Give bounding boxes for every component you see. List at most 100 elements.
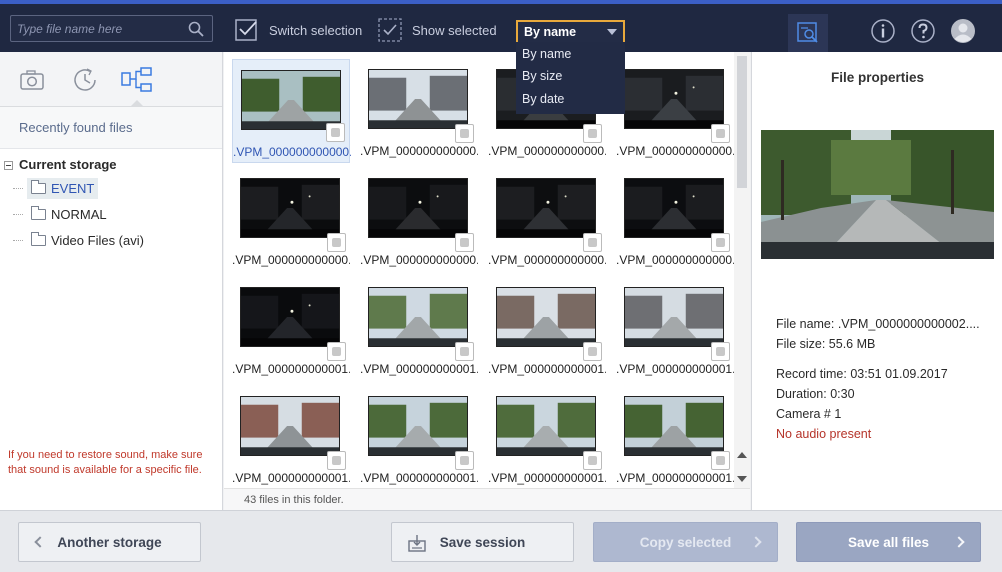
info-icon[interactable] <box>870 18 896 44</box>
another-storage-label: Another storage <box>57 534 162 550</box>
tree-item-normal-label-wrap: NORMAL <box>27 204 111 225</box>
show-selected-icon <box>378 18 402 42</box>
tree-item-video-files[interactable]: Video Files (avi) <box>0 227 222 253</box>
file-name-label: .VPM_000000000001... <box>488 471 606 485</box>
video-thumbnail-image <box>496 287 596 347</box>
file-name-label: .VPM_000000000000... <box>488 253 606 267</box>
file-tile[interactable]: .VPM_000000000001... <box>616 277 734 381</box>
file-checkbox[interactable] <box>455 451 474 470</box>
video-thumbnail-image <box>368 287 468 347</box>
file-tile[interactable]: .VPM_000000000000... <box>616 168 734 272</box>
file-tile[interactable]: .VPM_000000000001... <box>360 277 478 381</box>
help-icon[interactable] <box>910 18 936 44</box>
save-all-files-button[interactable]: Save all files <box>796 522 981 562</box>
file-name-label: .VPM_000000000000... <box>233 145 351 159</box>
file-checkbox[interactable] <box>327 342 346 361</box>
search-box <box>10 15 213 42</box>
checkbox-icon <box>235 19 257 41</box>
file-checkbox[interactable] <box>711 233 730 252</box>
file-checkbox[interactable] <box>583 124 602 143</box>
file-checkbox[interactable] <box>327 233 346 252</box>
video-thumbnail-image <box>368 178 468 238</box>
file-tile[interactable]: .VPM_000000000001... <box>232 277 350 381</box>
file-thumbnail-grid: .VPM_000000000000... .VPM_000000000000...… <box>224 52 750 488</box>
camera-icon[interactable] <box>18 66 46 94</box>
file-tile[interactable]: .VPM_000000000000... <box>360 168 478 272</box>
file-checkbox[interactable] <box>455 124 474 143</box>
file-tile[interactable]: .VPM_000000000001... <box>488 386 606 488</box>
search-icon[interactable] <box>188 21 204 37</box>
file-name-label: .VPM_000000000001... <box>232 362 350 376</box>
file-checkbox[interactable] <box>327 451 346 470</box>
grid-scrollbar[interactable] <box>734 52 750 488</box>
file-checkbox[interactable] <box>583 451 602 470</box>
video-thumbnail-image <box>496 396 596 456</box>
chevron-right-icon <box>750 536 762 548</box>
file-checkbox[interactable] <box>455 233 474 252</box>
user-avatar-icon[interactable] <box>950 18 976 44</box>
copy-selected-label: Copy selected <box>639 534 732 550</box>
switch-selection-button[interactable]: Switch selection <box>234 16 362 44</box>
file-checkbox[interactable] <box>326 123 345 142</box>
file-checkbox[interactable] <box>711 124 730 143</box>
tree-item-label: Video Files (avi) <box>51 232 144 248</box>
file-checkbox[interactable] <box>711 451 730 470</box>
recently-found-files[interactable]: Recently found files <box>0 107 222 149</box>
file-tile[interactable]: .VPM_000000000001... <box>360 386 478 488</box>
sort-select-value: By name <box>524 25 577 39</box>
tree-item-label: EVENT <box>51 180 95 196</box>
file-name-label: .VPM_000000000000... <box>232 253 350 267</box>
search-input[interactable] <box>17 20 182 38</box>
tree-root-current-storage[interactable]: Current storage <box>0 155 222 175</box>
tree-item-normal[interactable]: NORMAL <box>0 201 222 227</box>
video-thumbnail-image <box>368 396 468 456</box>
tree-root-label: Current storage <box>19 157 117 172</box>
save-session-button[interactable]: Save session <box>391 522 574 562</box>
file-tile[interactable]: .VPM_000000000000... <box>232 59 351 163</box>
prop-record-time: Record time: 03:51 01.09.2017 <box>776 367 948 381</box>
scrollbar-thumb[interactable] <box>737 56 747 188</box>
tree-item-label: NORMAL <box>51 206 107 222</box>
sort-select[interactable]: By name <box>516 20 625 44</box>
video-thumbnail-image <box>240 178 340 238</box>
file-tile[interactable]: .VPM_000000000001... <box>616 386 734 488</box>
sort-option-size[interactable]: By size <box>516 65 625 88</box>
storage-tree: Current storage EVENT NORMAL Video Files… <box>0 149 222 253</box>
video-thumbnail-image <box>624 287 724 347</box>
save-session-label: Save session <box>439 534 526 550</box>
view-mode-button[interactable] <box>788 14 828 52</box>
file-name-label: .VPM_000000000001... <box>232 471 350 485</box>
file-name-label: .VPM_000000000001... <box>360 471 478 485</box>
file-tile[interactable]: .VPM_000000000000... <box>232 168 350 272</box>
collapse-icon[interactable] <box>4 160 13 170</box>
sort-option-date[interactable]: By date <box>516 88 625 111</box>
file-checkbox[interactable] <box>711 342 730 361</box>
copy-selected-button[interactable]: Copy selected <box>593 522 778 562</box>
prop-duration: Duration: 0:30 <box>776 387 855 401</box>
sound-restore-note: If you need to restore sound, make sure … <box>8 449 203 476</box>
prop-audio-status: No audio present <box>776 427 872 441</box>
chevron-down-icon <box>607 29 617 35</box>
file-tile[interactable]: .VPM_000000000000... <box>616 59 734 163</box>
folder-icon <box>31 205 46 220</box>
scroll-down-icon[interactable] <box>737 476 747 482</box>
tree-view-icon[interactable] <box>120 66 154 94</box>
file-tile[interactable]: .VPM_000000000000... <box>488 168 606 272</box>
another-storage-button[interactable]: Another storage <box>18 522 201 562</box>
sort-option-name[interactable]: By name <box>516 42 625 65</box>
file-checkbox[interactable] <box>455 342 474 361</box>
scroll-up-icon[interactable] <box>737 452 747 458</box>
properties-title: File properties <box>830 70 925 85</box>
clock-icon[interactable] <box>71 66 99 94</box>
file-checkbox[interactable] <box>583 233 602 252</box>
file-tile[interactable]: .VPM_000000000001... <box>488 277 606 381</box>
file-tile[interactable]: .VPM_000000000001... <box>232 386 350 488</box>
video-thumbnail-image <box>240 396 340 456</box>
show-selected-button[interactable]: Show selected <box>377 16 497 44</box>
file-tile[interactable]: .VPM_000000000000... <box>360 59 478 163</box>
switch-selection-label: Switch selection <box>269 22 363 38</box>
tree-connector <box>13 239 23 241</box>
file-checkbox[interactable] <box>583 342 602 361</box>
tree-item-event[interactable]: EVENT <box>0 175 222 201</box>
prop-file-size: File size: 55.6 MB <box>776 337 876 351</box>
